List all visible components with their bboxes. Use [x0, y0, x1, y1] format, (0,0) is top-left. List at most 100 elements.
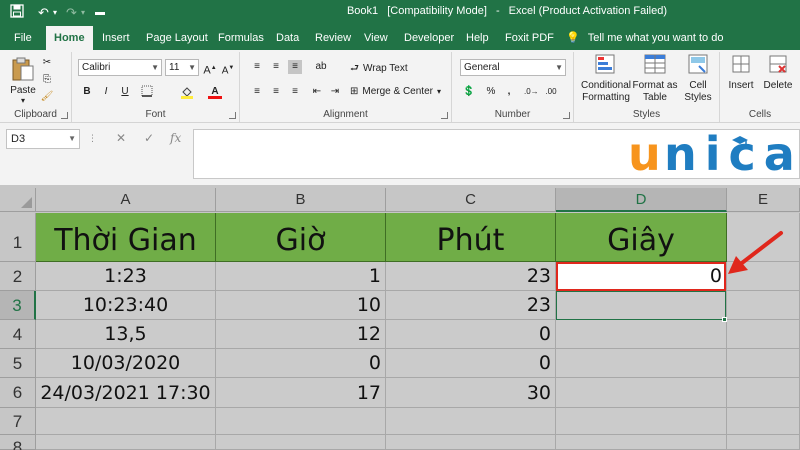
conditional-formatting-button[interactable]: Conditional Formatting — [580, 54, 632, 104]
clipboard-launcher-icon[interactable] — [61, 112, 68, 119]
tab-developer[interactable]: Developer — [396, 26, 462, 50]
name-box[interactable]: D3 ▼ — [6, 129, 80, 149]
number-format-select[interactable]: General ▼ — [460, 59, 566, 76]
row-header-2[interactable]: 2 — [0, 262, 36, 291]
cell-e6[interactable] — [727, 378, 800, 408]
fill-handle[interactable] — [722, 317, 727, 322]
decrease-font-icon[interactable]: A▼ — [221, 61, 235, 76]
tab-foxit-pdf[interactable]: Foxit PDF — [497, 26, 562, 50]
cell-styles-button[interactable]: Cell Styles — [680, 54, 716, 104]
cell-a3[interactable]: 10:23:40 — [36, 291, 216, 320]
font-launcher-icon[interactable] — [229, 112, 236, 119]
cell-c5[interactable]: 0 — [386, 349, 556, 378]
insert-cells-button[interactable]: Insert — [726, 54, 756, 92]
cell-d6[interactable] — [556, 378, 727, 408]
tab-page-layout[interactable]: Page Layout — [138, 26, 216, 50]
decrease-indent-icon[interactable]: ⇤ — [310, 85, 324, 99]
increase-decimal-icon[interactable]: .0→ — [524, 85, 539, 99]
insert-function-icon[interactable]: fx — [170, 131, 181, 145]
tell-me-search[interactable]: 💡 Tell me what you want to do — [566, 26, 723, 50]
tab-data[interactable]: Data — [268, 26, 307, 50]
tab-help[interactable]: Help — [458, 26, 497, 50]
cell-b7[interactable] — [216, 408, 386, 435]
row-header-8[interactable]: 8 — [0, 435, 36, 450]
percent-icon[interactable]: % — [484, 85, 498, 99]
cut-icon[interactable]: ✂ — [40, 56, 54, 70]
increase-indent-icon[interactable]: ⇥ — [328, 85, 342, 99]
tab-home[interactable]: Home — [46, 26, 93, 51]
copy-icon[interactable]: ⎘ — [40, 73, 54, 87]
cell-a6[interactable]: 24/03/2021 17:30 — [36, 378, 216, 408]
underline-icon[interactable]: U — [118, 85, 132, 99]
align-center-icon[interactable]: ≡ — [269, 85, 283, 99]
row-header-4[interactable]: 4 — [0, 320, 36, 349]
wrap-text-button[interactable]: ⮐ Wrap Text — [350, 61, 408, 78]
fill-color-icon[interactable] — [180, 85, 194, 99]
header-cell-phut[interactable]: Phút — [386, 213, 556, 262]
font-size-select[interactable]: 11 ▼ — [165, 59, 199, 76]
cell-b5[interactable]: 0 — [216, 349, 386, 378]
delete-cells-button[interactable]: Delete — [760, 54, 796, 92]
cell-e5[interactable] — [727, 349, 800, 378]
format-painter-icon[interactable]: 🖌 — [40, 90, 54, 104]
cell-c6[interactable]: 30 — [386, 378, 556, 408]
align-bottom-icon[interactable]: ≡ — [288, 60, 302, 74]
align-top-icon[interactable]: ≡ — [250, 60, 264, 74]
accounting-format-icon[interactable]: 💲 — [462, 85, 476, 99]
cell-e4[interactable] — [727, 320, 800, 349]
tab-review[interactable]: Review — [307, 26, 359, 50]
row-header-1[interactable]: 1 — [0, 213, 36, 262]
comma-style-icon[interactable]: , — [502, 85, 516, 99]
tab-file[interactable]: File — [6, 26, 40, 50]
bold-icon[interactable]: B — [80, 85, 94, 99]
column-header-a[interactable]: A — [36, 188, 216, 212]
font-name-select[interactable]: Calibri ▼ — [78, 59, 162, 76]
orientation-icon[interactable]: ab — [314, 60, 328, 74]
paste-button[interactable]: Paste ▾ — [8, 56, 38, 105]
cell-a8[interactable] — [36, 435, 216, 450]
row-header-3[interactable]: 3 — [0, 291, 36, 320]
alignment-launcher-icon[interactable] — [441, 112, 448, 119]
column-header-e[interactable]: E — [727, 188, 800, 212]
cell-d8[interactable] — [556, 435, 727, 450]
borders-icon[interactable] — [140, 85, 154, 99]
number-launcher-icon[interactable] — [563, 112, 570, 119]
header-cell-thoi-gian[interactable]: Thời Gian — [36, 213, 216, 262]
column-header-d[interactable]: D — [556, 188, 727, 212]
align-middle-icon[interactable]: ≡ — [269, 60, 283, 74]
column-header-c[interactable]: C — [386, 188, 556, 212]
enter-icon[interactable]: ✓ — [144, 131, 154, 145]
tab-view[interactable]: View — [356, 26, 396, 50]
cell-a4[interactable]: 13,5 — [36, 320, 216, 349]
header-cell-gio[interactable]: Giờ — [216, 213, 386, 262]
cell-c7[interactable] — [386, 408, 556, 435]
format-as-table-button[interactable]: Format as Table — [632, 54, 678, 104]
cancel-icon[interactable]: ✕ — [116, 131, 126, 145]
row-header-7[interactable]: 7 — [0, 408, 36, 435]
tab-formulas[interactable]: Formulas — [210, 26, 272, 50]
cell-d4[interactable] — [556, 320, 727, 349]
cell-c4[interactable]: 0 — [386, 320, 556, 349]
increase-font-icon[interactable]: A▲ — [203, 61, 217, 77]
cell-b4[interactable]: 12 — [216, 320, 386, 349]
cell-a5[interactable]: 10/03/2020 — [36, 349, 216, 378]
cell-e3[interactable] — [727, 291, 800, 320]
row-header-6[interactable]: 6 — [0, 378, 36, 408]
cell-c3[interactable]: 23 — [386, 291, 556, 320]
font-color-icon[interactable]: A — [208, 85, 222, 99]
cell-b2[interactable]: 1 — [216, 262, 386, 291]
header-cell-giay[interactable]: Giây — [556, 213, 727, 262]
merge-center-button[interactable]: ⊞ Merge & Center ▾ — [350, 86, 441, 97]
align-right-icon[interactable]: ≡ — [288, 85, 302, 99]
align-left-icon[interactable]: ≡ — [250, 85, 264, 99]
tab-insert[interactable]: Insert — [94, 26, 138, 50]
cell-d7[interactable] — [556, 408, 727, 435]
cell-a7[interactable] — [36, 408, 216, 435]
cell-e7[interactable] — [727, 408, 800, 435]
cell-d5[interactable] — [556, 349, 727, 378]
cell-e8[interactable] — [727, 435, 800, 450]
cell-b3[interactable]: 10 — [216, 291, 386, 320]
select-all-corner[interactable] — [0, 188, 36, 212]
cell-c8[interactable] — [386, 435, 556, 450]
column-header-b[interactable]: B — [216, 188, 386, 212]
